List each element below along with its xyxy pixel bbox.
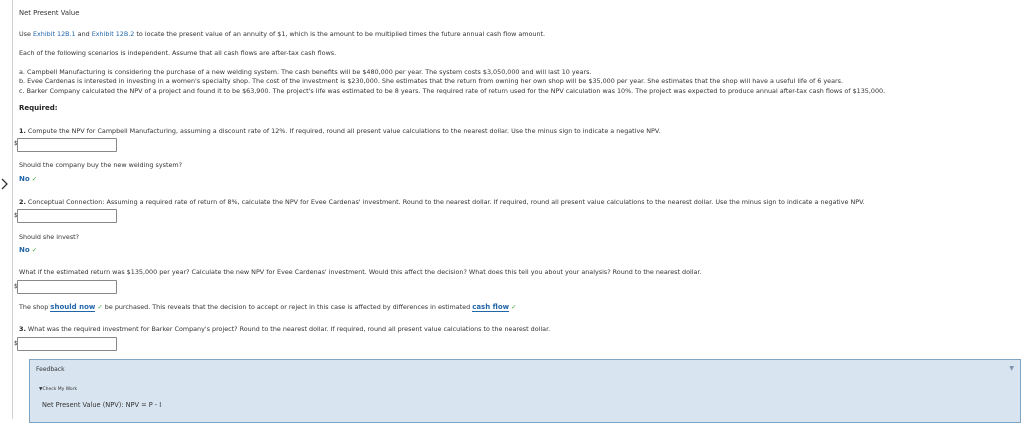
- exhibit-12b2-link[interactable]: Exhibit 12B.2: [92, 30, 135, 38]
- question-3: 3. What was the required investment for …: [19, 325, 551, 333]
- q2-answer[interactable]: No ✓: [19, 246, 37, 254]
- npv-formula: Net Present Value (NPV): NPV = P - I: [42, 401, 162, 409]
- q1-followup: Should the company buy the new welding s…: [19, 161, 183, 169]
- question-1: 1. Compute the NPV for Campbell Manufact…: [19, 127, 661, 135]
- exhibit-12b1-link[interactable]: Exhibit 12B.1: [33, 30, 76, 38]
- barker-investment-input[interactable]: [17, 337, 117, 351]
- conclusion-sentence: The shop should now ✓ be purchased. This…: [19, 303, 517, 312]
- check-icon: ✓: [31, 175, 38, 183]
- cash-flow-answer[interactable]: cash flow: [472, 303, 510, 312]
- answer-value: No: [19, 246, 30, 254]
- scenario-b: b. Evee Cardenas is interested in invest…: [19, 77, 844, 85]
- scenario-a: a. Campbell Manufacturing is considering…: [19, 68, 592, 76]
- feedback-title: Feedback: [36, 366, 65, 373]
- check-icon: ✓: [511, 303, 517, 311]
- should-now-answer[interactable]: should now: [50, 303, 96, 312]
- required-heading: Required:: [19, 104, 58, 112]
- independence-note: Each of the following scenarios is indep…: [19, 49, 337, 57]
- check-my-work-toggle[interactable]: ▼Check My Work: [39, 387, 77, 392]
- campbell-npv-input[interactable]: [17, 138, 117, 152]
- intro-text: Use Exhibit 12B.1 and Exhibit 12B.2 to l…: [19, 30, 546, 38]
- evee-new-npv-input[interactable]: [17, 280, 117, 294]
- chevron-right-icon[interactable]: [0, 177, 10, 191]
- answer-value: No: [19, 175, 30, 183]
- q2-followup: Should she invest?: [19, 233, 80, 241]
- check-icon: ✓: [31, 246, 38, 254]
- caret-down-icon[interactable]: ▼: [1009, 365, 1014, 372]
- scenario-c: c. Barker Company calculated the NPV of …: [19, 87, 886, 95]
- evee-npv-input[interactable]: [17, 209, 117, 223]
- question-2: 2. Conceptual Connection: Assuming a req…: [19, 198, 865, 206]
- content-frame: [12, 0, 1024, 419]
- q1-answer[interactable]: No ✓: [19, 175, 37, 183]
- whatif-question: What if the estimated return was $135,00…: [19, 268, 702, 276]
- feedback-panel: Feedback ▼ ▼Check My Work Net Present Va…: [29, 359, 1021, 423]
- page-title: Net Present Value: [19, 9, 80, 17]
